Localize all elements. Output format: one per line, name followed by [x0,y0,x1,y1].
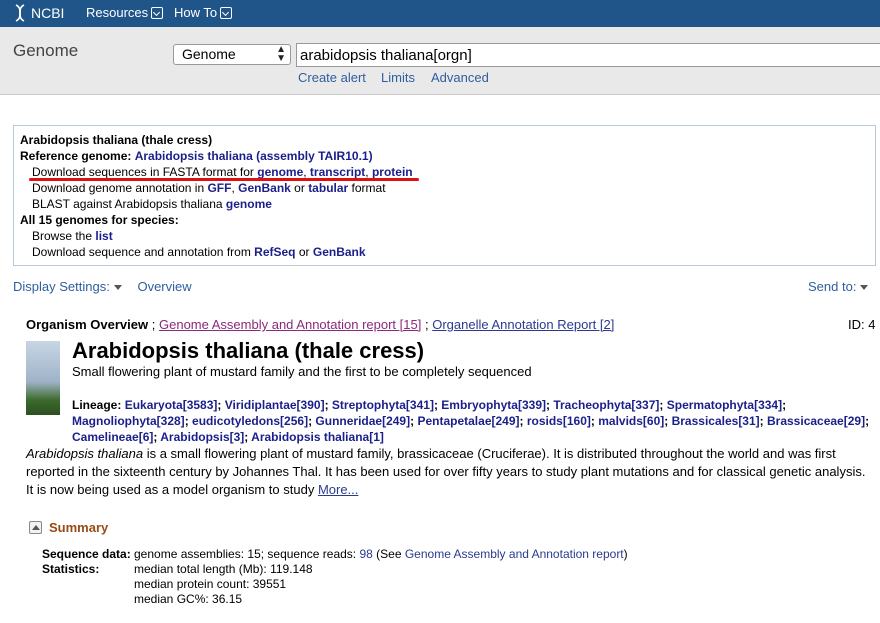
lineage-link[interactable]: Eukaryota[3583] [125,398,218,412]
display-settings-label: Display Settings: [13,279,110,294]
download-prefix: Download sequence and annotation from [32,245,251,259]
organism-subtitle: Small flowering plant of mustard family … [72,364,532,379]
ncbi-logo-text: NCBI [31,5,65,21]
database-select-value: Genome [182,46,236,62]
lineage-link[interactable]: Camelineae[6] [72,430,153,444]
lineage-link[interactable]: Brassicaceae[29] [767,414,865,428]
overview-header-row: Organism Overview ; Genome Assembly and … [26,317,880,332]
lineage-link[interactable]: malvids[60] [598,414,664,428]
search-input[interactable] [296,43,880,67]
limits-link[interactable]: Limits [381,70,415,85]
organelle-report-link[interactable]: Organelle Annotation Report [2] [432,317,614,332]
overview-link[interactable]: Overview [137,279,191,294]
genbank-annotation-link[interactable]: GenBank [238,181,291,195]
lineage-link[interactable]: Streptophyta[341] [332,398,434,412]
lineage-link[interactable]: Arabidopsis thaliana[1] [251,430,384,444]
sequence-reads-link[interactable]: 98 [359,547,372,561]
reference-genome-label: Reference genome: [20,149,132,163]
assembly-report-link-2[interactable]: Genome Assembly and Annotation report [405,547,624,561]
lineage: Lineage: Eukaryota[3583]; Viridiplantae[… [72,397,872,445]
lineage-link[interactable]: Pentapetalae[249] [417,414,519,428]
howto-label: How To [174,5,218,20]
red-underline-annotation [29,178,419,181]
assembly-report-link[interactable]: Genome Assembly and Annotation report [1… [159,317,421,332]
lineage-label: Lineage: [72,398,122,412]
dna-icon [15,4,25,22]
display-settings-menu[interactable]: Display Settings: [13,279,125,294]
sequence-data-value: genome assemblies: 15; sequence reads: 9… [134,547,628,562]
ncbi-top-bar: NCBI Resources How To [0,0,880,27]
organism-title: Arabidopsis thaliana (thale cress) [72,338,425,363]
resources-label: Resources [86,5,149,20]
fasta-transcript-link[interactable]: transcript [310,165,365,179]
lineage-link[interactable]: Tracheophyta[337] [553,398,659,412]
stat-total-length: median total length (Mb): 119.148 [134,562,313,576]
stat-protein-count: median protein count: 39551 [134,577,287,591]
sequence-see: (See [372,547,405,561]
resources-menu[interactable]: Resources [86,5,164,20]
organism-id: ID: 4 [848,317,876,332]
organism-description: Arabidopsis thaliana is a small flowerin… [26,445,876,499]
lineage-link[interactable]: Gunneridae[249] [315,414,410,428]
send-to-menu[interactable]: Send to: [808,279,869,294]
tabular-link[interactable]: tabular [308,181,348,195]
lineage-link[interactable]: Magnoliophyta[328] [72,414,185,428]
browse-list-link[interactable]: list [95,229,112,243]
separator: ; [424,317,429,332]
lineage-link[interactable]: Arabidopsis[3] [160,430,244,444]
lineage-link[interactable]: Brassicales[31] [672,414,760,428]
annotation-suffix: format [351,181,386,195]
gff-link[interactable]: GFF [207,181,231,195]
separator: ; [151,317,156,332]
refseq-link[interactable]: RefSeq [254,245,295,259]
collapse-toggle-icon[interactable] [29,521,42,534]
all-genomes-label: All 15 genomes for species: [20,213,179,227]
summary-section-header[interactable]: Summary [29,520,108,535]
howto-menu[interactable]: How To [174,5,233,20]
description-text: is a small flowering plant of mustard fa… [26,446,866,497]
select-arrows-icon: ▲ ▼ [276,44,286,64]
summary-heading: Summary [49,520,109,535]
annotation-prefix: Download genome annotation in [32,181,205,195]
sequence-data-text: genome assemblies: 15; sequence reads: [134,547,360,561]
fasta-protein-link[interactable]: protein [372,165,413,179]
download-or: or [298,245,310,259]
send-to-label: Send to: [808,279,857,294]
browse-prefix: Browse the [32,229,93,243]
reference-assembly-link[interactable]: Arabidopsis thaliana (assembly TAIR10.1) [135,149,373,163]
more-link[interactable]: More... [318,482,358,497]
stat-gc: median GC%: 36.15 [134,592,243,606]
annotation-or: or [294,181,305,195]
create-alert-link[interactable]: Create alert [298,70,366,85]
chevron-down-icon [151,6,164,19]
lineage-link[interactable]: Spermatophyta[334] [667,398,782,412]
reference-genome-box: Arabidopsis thaliana (thale cress) Refer… [13,125,876,266]
ncbi-logo[interactable]: NCBI [13,4,64,22]
fasta-genome-link[interactable]: genome [257,165,303,179]
lineage-link[interactable]: Embryophyta[339] [441,398,546,412]
blast-prefix: BLAST against Arabidopsis thaliana [32,197,223,211]
statistics-label: Statistics: [42,562,100,576]
sequence-data-label: Sequence data: [42,547,131,561]
organism-overview-label: Organism Overview [26,317,149,332]
lineage-link[interactable]: eudicotyledons[256] [192,414,308,428]
display-settings-row: Display Settings: Overview Send to: [13,279,873,294]
caret-down-icon [860,285,869,291]
organism-thumbnail-image[interactable] [26,341,60,415]
caret-down-icon [113,285,122,291]
search-bar: Genome Genome ▲▼ Create alert Limits Adv… [0,27,880,95]
chevron-down-icon [220,6,233,19]
sequence-close: ) [623,547,628,561]
database-title: Genome [13,41,79,60]
blast-genome-link[interactable]: genome [226,197,272,211]
organism-heading: Arabidopsis thaliana (thale cress) [20,133,213,147]
lineage-items: Eukaryota[3583]; Viridiplantae[390]; Str… [72,398,870,444]
advanced-link[interactable]: Advanced [431,70,489,85]
fasta-prefix: Download sequences in FASTA format for [32,165,254,179]
lineage-link[interactable]: rosids[160] [527,414,591,428]
database-select[interactable]: Genome ▲ ▼ [173,44,291,65]
description-species: Arabidopsis thaliana [26,446,144,461]
genbank-download-link[interactable]: GenBank [313,245,366,259]
lineage-link[interactable]: Viridiplantae[390] [225,398,325,412]
